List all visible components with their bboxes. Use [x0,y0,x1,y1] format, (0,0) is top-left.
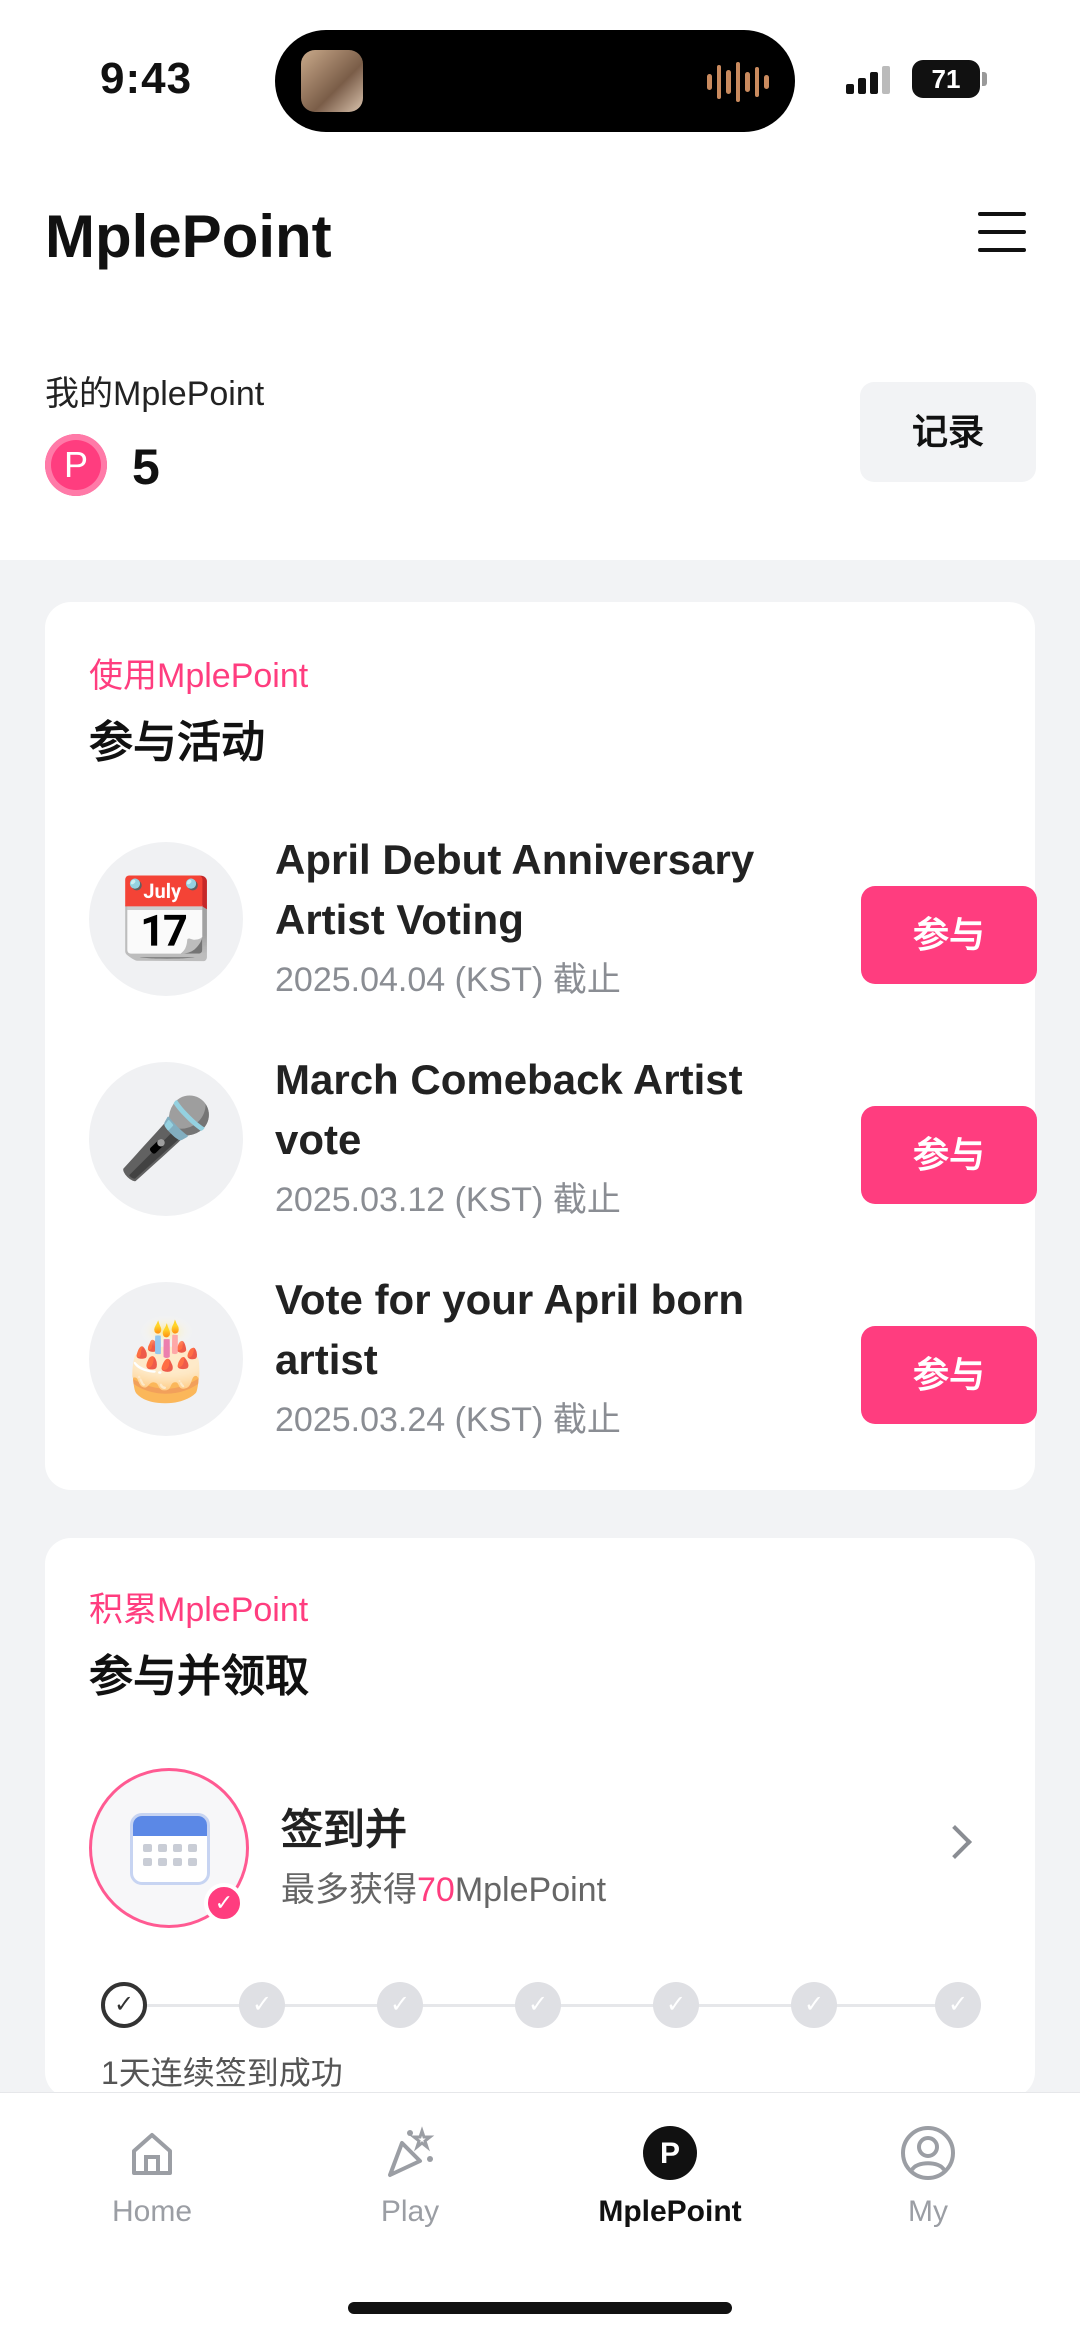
event-name: Vote for your April born artist [275,1276,744,1383]
status-bar: 9:43 71 [0,0,1080,160]
event-row[interactable]: 🎤 March Comeback Artist vote 2025.03.12 … [89,1050,1037,1220]
event-name: March Comeback Artist vote [275,1056,743,1163]
nav-label: Home [111,2195,193,2228]
event-row[interactable]: 🎂 Vote for your April born artist 2025.0… [89,1270,1037,1440]
microphone-icon: 🎤 [89,1062,243,1216]
status-time: 9:43 [100,54,193,103]
audio-waveform-icon [707,60,770,104]
event-deadline: 2025.04.04 (KST) 截止 [275,961,621,999]
earn-points-card: 积累MplePoint 参与并领取 ✓ 签到并 最多获得70MplePoint … [45,1538,1035,2098]
dynamic-island[interactable] [275,30,795,132]
checkin-streak-track: ✓ ✓ ✓ ✓ ✓ ✓ ✓ [101,1982,981,2028]
event-deadline: 2025.03.12 (KST) 截止 [275,1181,621,1219]
join-button[interactable]: 参与 [861,1106,1037,1204]
card-kicker: 积累MplePoint [89,1591,309,1629]
checkin-title[interactable]: 签到并 [281,1796,407,1857]
home-icon [132,2133,172,2175]
checkin-reward-text: 最多获得70MplePoint [281,1871,607,1909]
svg-text:P: P [660,2137,680,2170]
birthday-cake-icon: 🎂 [89,1282,243,1436]
battery-tip [982,72,987,86]
point-coin-icon: P [45,434,107,496]
now-playing-artwork [301,50,363,112]
streak-day-icon: ✓ [239,1982,285,2028]
use-points-card: 使用MplePoint 参与活动 📆 April Debut Anniversa… [45,602,1037,1490]
page-title: MplePoint [45,203,332,270]
join-button[interactable]: 参与 [861,886,1037,984]
battery-icon: 71 [912,60,980,98]
streak-day-icon: ✓ [515,1982,561,2028]
cellular-signal-icon [846,66,890,94]
chevron-right-icon[interactable] [938,1825,972,1859]
calendar-checkin-icon: ✓ [89,1768,249,1928]
calendar-heart-icon: 📆 [89,842,243,996]
nav-label: MplePoint [598,2195,742,2228]
point-p-icon: P [643,2126,697,2180]
nav-label: My [908,2195,948,2228]
streak-status: 1天连续签到成功 [101,2055,343,2091]
record-button[interactable]: 记录 [860,382,1036,482]
home-indicator[interactable] [348,2302,732,2314]
hamburger-menu-icon[interactable] [978,212,1026,252]
join-button[interactable]: 参与 [861,1326,1037,1424]
nav-play[interactable]: Play [310,2115,510,2235]
profile-icon [901,2126,955,2180]
streak-day-icon: ✓ [377,1982,423,2028]
party-popper-icon [388,2126,435,2177]
reward-amount: 70 [417,1871,455,1909]
card-kicker: 使用MplePoint [89,657,309,695]
my-points-label: 我的MplePoint [45,375,265,413]
check-badge-icon: ✓ [204,1883,244,1923]
points-balance: 5 [132,439,160,495]
streak-day-icon: ✓ [935,1982,981,2028]
card-title: 参与活动 [89,718,265,767]
event-name: April Debut Anniversary Artist Voting [275,836,755,943]
nav-home[interactable]: Home [52,2115,252,2235]
streak-day-icon: ✓ [791,1982,837,2028]
nav-my[interactable]: My [828,2115,1028,2235]
nav-label: Play [380,2195,440,2228]
streak-day-checked-icon: ✓ [101,1982,147,2028]
nav-mplepoint[interactable]: P MplePoint [570,2115,770,2235]
event-deadline: 2025.03.24 (KST) 截止 [275,1401,621,1439]
points-header: MplePoint 我的MplePoint P 5 记录 [0,160,1080,560]
event-row[interactable]: 📆 April Debut Anniversary Artist Voting … [89,830,1037,1000]
card-title: 参与并领取 [89,1652,309,1701]
streak-day-icon: ✓ [653,1982,699,2028]
